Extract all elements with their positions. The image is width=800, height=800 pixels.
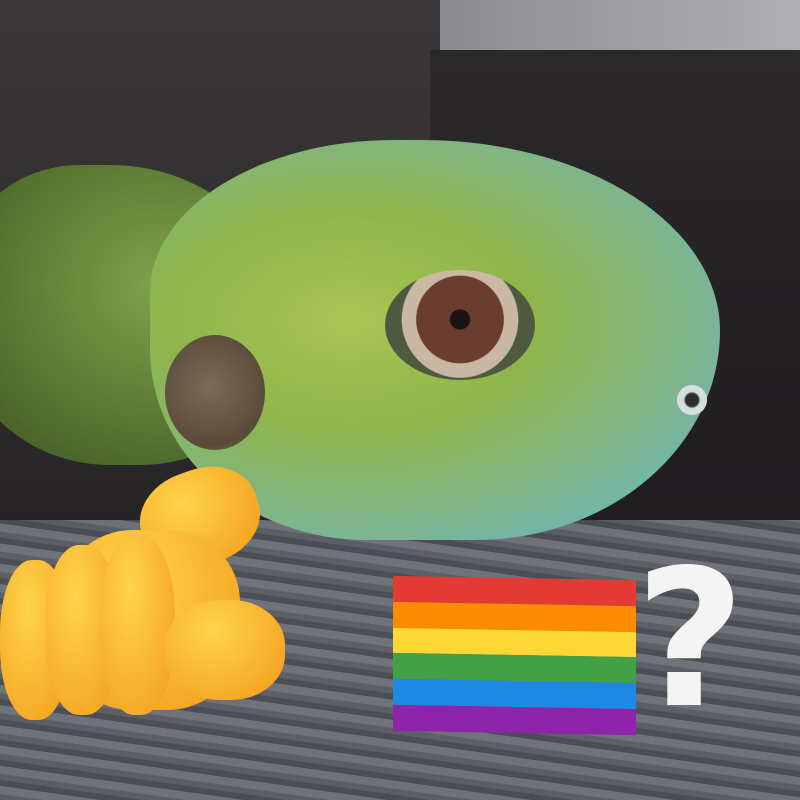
rainbow-flag-emoji bbox=[393, 575, 636, 735]
pointing-hand-emoji bbox=[0, 452, 300, 730]
thumb-icon bbox=[165, 600, 285, 700]
finger-icon bbox=[100, 535, 175, 715]
question-mark: ? bbox=[635, 529, 746, 750]
lizard-ear bbox=[165, 335, 265, 450]
lizard-eye bbox=[385, 270, 535, 380]
wall-light bbox=[440, 0, 800, 50]
flag-stripe bbox=[393, 704, 636, 735]
lizard-nostril bbox=[677, 385, 707, 415]
